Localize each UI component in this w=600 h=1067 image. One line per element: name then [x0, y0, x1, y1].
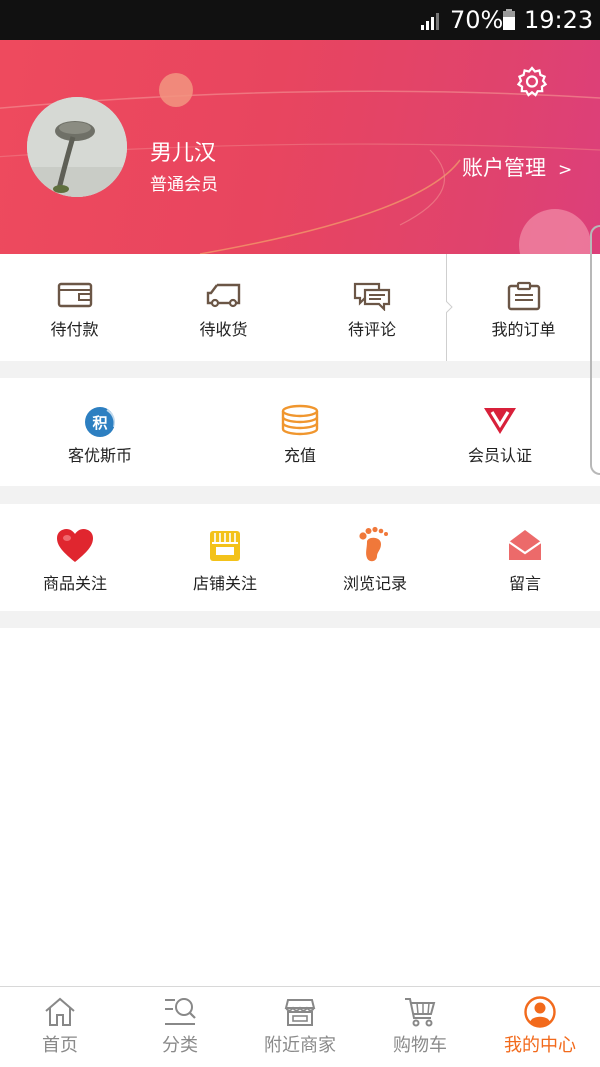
home-icon — [45, 997, 75, 1026]
order-label: 我的订单 — [491, 320, 556, 339]
user-icon — [524, 996, 556, 1028]
recharge-button[interactable]: 充值 — [200, 378, 400, 486]
wallet-label: 客优斯币 — [67, 446, 132, 465]
order-status-row: 待付款 待收货 待评论 我的订单 — [0, 254, 600, 361]
avatar-image — [27, 97, 127, 197]
points-icon-text: 积 — [92, 414, 107, 432]
settings-gear-icon[interactable] — [515, 64, 549, 98]
status-bar: 70% 19:23 — [0, 0, 600, 40]
footprint-icon — [359, 526, 388, 562]
wallet-icon — [57, 282, 92, 308]
tab-nearby-merchants[interactable]: 附近商家 — [240, 987, 360, 1067]
member-verification-button[interactable]: 会员认证 — [400, 378, 600, 486]
points-coin-button[interactable]: 积 客优斯币 — [0, 378, 200, 486]
cart-icon — [405, 998, 436, 1027]
content-empty-area — [0, 628, 600, 986]
coins-icon — [281, 404, 319, 436]
tab-label: 我的中心 — [504, 1035, 576, 1056]
battery-percent: 70% — [450, 6, 504, 34]
chevron-right-icon: > — [558, 160, 573, 180]
battery-icon — [503, 9, 515, 30]
order-pending-payment[interactable]: 待付款 — [0, 254, 149, 361]
account-management-link[interactable]: 账户管理 > — [462, 153, 572, 185]
tab-label: 分类 — [162, 1035, 198, 1056]
points-icon: 积 — [85, 407, 116, 437]
order-label: 待评论 — [347, 320, 396, 339]
tab-cart[interactable]: 购物车 — [360, 987, 480, 1067]
comment-icon — [353, 282, 391, 311]
tab-category[interactable]: 分类 — [120, 987, 240, 1067]
category-search-icon — [165, 998, 196, 1025]
favorite-label: 店铺关注 — [192, 574, 257, 593]
product-follow-button[interactable]: 商品关注 — [0, 504, 150, 612]
clock: 19:23 — [524, 6, 594, 34]
tab-label: 附近商家 — [264, 1035, 336, 1056]
edge-scroll-handle[interactable] — [590, 225, 600, 475]
account-management-label: 账户管理 — [462, 156, 546, 180]
vip-icon — [484, 408, 516, 434]
order-label: 待付款 — [50, 320, 99, 339]
order-label: 待收货 — [199, 320, 248, 339]
wallet-label: 充值 — [283, 446, 316, 465]
tab-label: 首页 — [42, 1035, 78, 1056]
username: 男儿汉 — [150, 141, 217, 166]
member-level: 普通会员 — [150, 175, 218, 195]
tab-home[interactable]: 首页 — [0, 987, 120, 1067]
wallet-label: 会员认证 — [467, 446, 532, 465]
message-button[interactable]: 留言 — [450, 504, 600, 612]
tab-my-center[interactable]: 我的中心 — [480, 987, 600, 1067]
favorite-label: 留言 — [508, 574, 541, 593]
store-icon — [284, 999, 316, 1026]
envelope-icon — [508, 530, 542, 560]
signal-icon — [421, 13, 439, 30]
favorite-label: 商品关注 — [42, 574, 107, 593]
profile-header: 男儿汉 普通会员 账户管理 > — [0, 40, 600, 254]
shop-follow-button[interactable]: 店铺关注 — [150, 504, 300, 612]
clipboard-icon — [507, 281, 540, 311]
shop-icon — [210, 531, 240, 561]
browse-history-button[interactable]: 浏览记录 — [300, 504, 450, 612]
order-pending-review[interactable]: 待评论 — [298, 254, 446, 361]
tab-label: 购物车 — [393, 1035, 447, 1056]
truck-icon — [206, 283, 240, 308]
heart-icon — [57, 529, 93, 562]
favorite-label: 浏览记录 — [342, 574, 407, 593]
avatar[interactable] — [27, 97, 127, 197]
bottom-tab-bar: 首页 分类 附近商家 购物车 我的中心 — [0, 986, 600, 1067]
order-pending-receipt[interactable]: 待收货 — [149, 254, 298, 361]
wallet-section: 积 客优斯币 充值 会员认证 — [0, 378, 600, 486]
my-orders-button[interactable]: 我的订单 — [447, 254, 600, 361]
favorites-section: 商品关注 店铺关注 浏览记录 留言 — [0, 504, 600, 611]
